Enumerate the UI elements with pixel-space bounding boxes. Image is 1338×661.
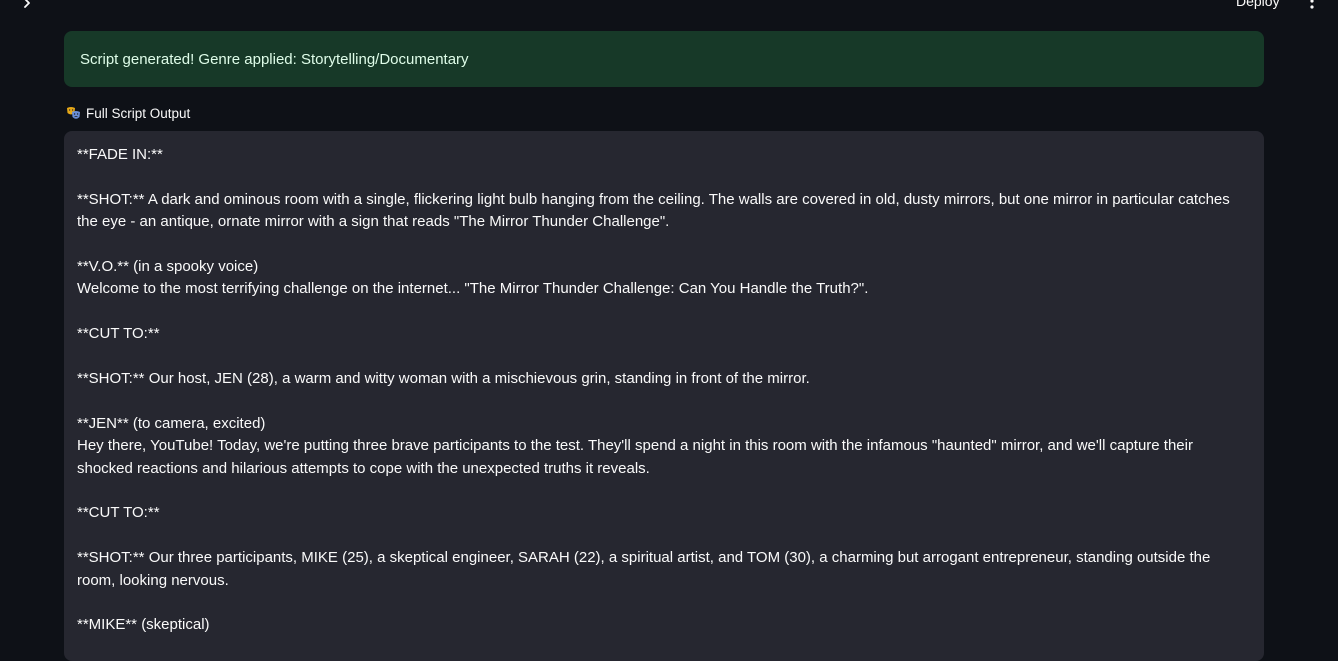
script-line: Welcome to the most terrifying challenge… [77, 280, 869, 298]
script-line: **FADE IN:** [77, 146, 163, 163]
script-line: **JEN** (to camera, excited) [77, 414, 266, 432]
script-line: **SHOT:** A dark and ominous room with a… [77, 190, 1234, 231]
performing-arts-masks-icon [66, 106, 81, 121]
script-line: **SHOT:** Our host, JEN (28), a warm and… [77, 370, 810, 387]
script-line: **SHOT:** Our three participants, MIKE (… [77, 549, 1215, 589]
script-output-title: Full Script Output [86, 106, 191, 121]
vertical-dots-icon[interactable] [1304, 0, 1320, 10]
script-line: **V.O.** (in a spooky voice) [77, 258, 259, 275]
script-line: Hey there, YouTube! Today, we're putting… [77, 437, 1198, 477]
chevron-right-icon[interactable] [18, 0, 36, 12]
script-line: **CUT TO:** [77, 504, 160, 522]
deploy-button[interactable]: Deploy [1236, 0, 1280, 10]
app-header: Deploy [0, 0, 1338, 14]
success-alert: Script generated! Genre applied: Storyte… [64, 31, 1264, 87]
script-output-box: **FADE IN:** **SHOT:** A dark and ominou… [64, 131, 1264, 661]
script-output-label: Full Script Output [66, 106, 190, 121]
success-message: Script generated! Genre applied: Storyte… [80, 50, 469, 68]
script-line: **MIKE** (skeptical) [77, 616, 210, 634]
script-line: **CUT TO:** [77, 325, 160, 343]
